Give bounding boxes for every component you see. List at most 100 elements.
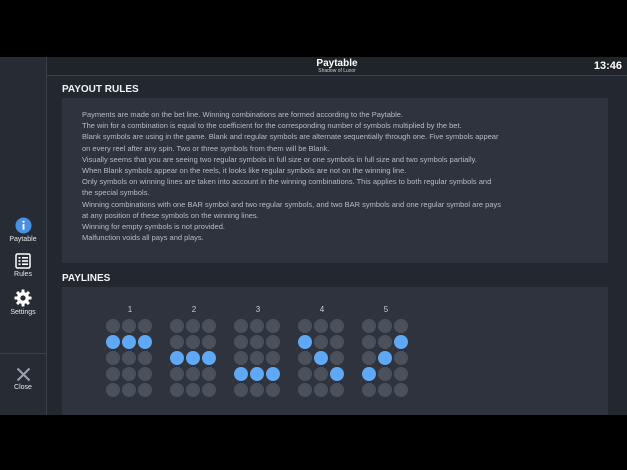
payline-dot (330, 335, 344, 349)
payline-dot (378, 367, 392, 381)
payline-dot (138, 319, 152, 333)
sidebar: Paytable Rules Settings Close (0, 57, 47, 415)
payline-dot (250, 383, 264, 397)
payline-number: 2 (191, 305, 197, 314)
payline-dot (170, 335, 184, 349)
rule-line: the special symbols. (82, 188, 150, 198)
payline-dot (394, 383, 408, 397)
payline-grid (298, 319, 346, 397)
payline-dot (266, 335, 280, 349)
payline-dot (362, 383, 376, 397)
payline-dot (266, 319, 280, 333)
payline-grid (106, 319, 154, 397)
payline-dot (234, 319, 248, 333)
payline-dot (186, 367, 200, 381)
payline-dot (122, 351, 136, 365)
payline-dot (330, 351, 344, 365)
payline-dot-active (394, 335, 408, 349)
sidebar-divider (0, 353, 46, 354)
payline-dot-active (266, 367, 280, 381)
payline-dot (202, 367, 216, 381)
sidebar-item-label: Close (14, 384, 32, 391)
close-button[interactable]: Close (0, 367, 46, 391)
payline-dot (250, 319, 264, 333)
payline-dot-active (122, 335, 136, 349)
header: Paytable Shadow of Luxor 13:46 (47, 57, 627, 76)
payline-dot (394, 367, 408, 381)
payline-card: 5 (362, 305, 410, 397)
payline-dot (250, 335, 264, 349)
payline-dot (170, 383, 184, 397)
payline-grid (234, 319, 282, 397)
payline-dot (170, 367, 184, 381)
clock: 13:46 (593, 60, 622, 72)
payout-rules-heading: PAYOUT RULES (62, 84, 139, 95)
payline-dot (234, 351, 248, 365)
payline-dot (234, 335, 248, 349)
paylines-heading: PAYLINES (62, 273, 111, 284)
payline-dot (298, 367, 312, 381)
payline-dot (314, 335, 328, 349)
payline-dot (314, 383, 328, 397)
payline-dot (202, 383, 216, 397)
payline-dot-active (234, 367, 248, 381)
payline-dot (186, 383, 200, 397)
payline-dot (122, 319, 136, 333)
gear-icon (14, 289, 32, 307)
payline-dot (202, 335, 216, 349)
payline-number: 5 (383, 305, 389, 314)
payline-dot (106, 383, 120, 397)
paylines-panel: 1 2 3 4 5 (62, 287, 608, 415)
sidebar-item-rules[interactable]: Rules (0, 253, 46, 278)
payline-dot (202, 319, 216, 333)
payline-card: 2 (170, 305, 218, 397)
payline-dot-active (138, 335, 152, 349)
payline-card: 4 (298, 305, 346, 397)
payline-dot (362, 319, 376, 333)
payline-number: 1 (127, 305, 133, 314)
payline-dot-active (362, 367, 376, 381)
page-subtitle: Shadow of Luxor (318, 68, 356, 74)
payline-dot-active (314, 351, 328, 365)
payline-number: 4 (319, 305, 325, 314)
payline-dot (330, 383, 344, 397)
payline-dot-active (378, 351, 392, 365)
list-icon (15, 253, 31, 269)
rule-line: Payments are made on the bet line. Winni… (82, 110, 404, 119)
payline-dot (378, 383, 392, 397)
payline-card: 3 (234, 305, 282, 397)
payline-dot (394, 319, 408, 333)
content-scroll-area[interactable]: PAYOUT RULES Payments are made on the be… (47, 77, 627, 415)
payline-dot (298, 383, 312, 397)
payline-dot (266, 383, 280, 397)
payout-rules-text: Payments are made on the bet line. Winni… (82, 109, 602, 243)
payline-dot (298, 319, 312, 333)
payline-dot (122, 383, 136, 397)
rule-line: The win for a combination is equal to th… (82, 121, 462, 131)
sidebar-item-label: Rules (14, 271, 32, 278)
payline-dot (394, 351, 408, 365)
payline-dot (106, 351, 120, 365)
payline-dot-active (186, 351, 200, 365)
info-icon (14, 217, 32, 234)
payline-dot (330, 319, 344, 333)
sidebar-item-settings[interactable]: Settings (0, 289, 46, 316)
rule-line: at any position of these symbols on the … (82, 210, 259, 220)
payline-dot (186, 319, 200, 333)
payline-dot (298, 351, 312, 365)
rule-line: on every reel after any spin. Two or thr… (82, 143, 330, 153)
payline-dot (266, 351, 280, 365)
payline-dot (362, 335, 376, 349)
sidebar-item-paytable[interactable]: Paytable (0, 217, 46, 243)
rule-line: When Blank symbols appear on the reels, … (82, 166, 407, 176)
payline-dot (170, 319, 184, 333)
rule-line: Malfunction voids all pays and plays. (82, 233, 204, 243)
rule-line: Blank symbols are using in the game. Bla… (82, 132, 499, 142)
sidebar-item-label: Settings (10, 309, 36, 316)
payline-dot-active (170, 351, 184, 365)
payline-card: 1 (106, 305, 154, 397)
payline-dot (378, 335, 392, 349)
close-icon (16, 367, 30, 382)
rule-line: Winning for empty symbols is not provide… (82, 222, 225, 232)
payline-dot (138, 367, 152, 381)
